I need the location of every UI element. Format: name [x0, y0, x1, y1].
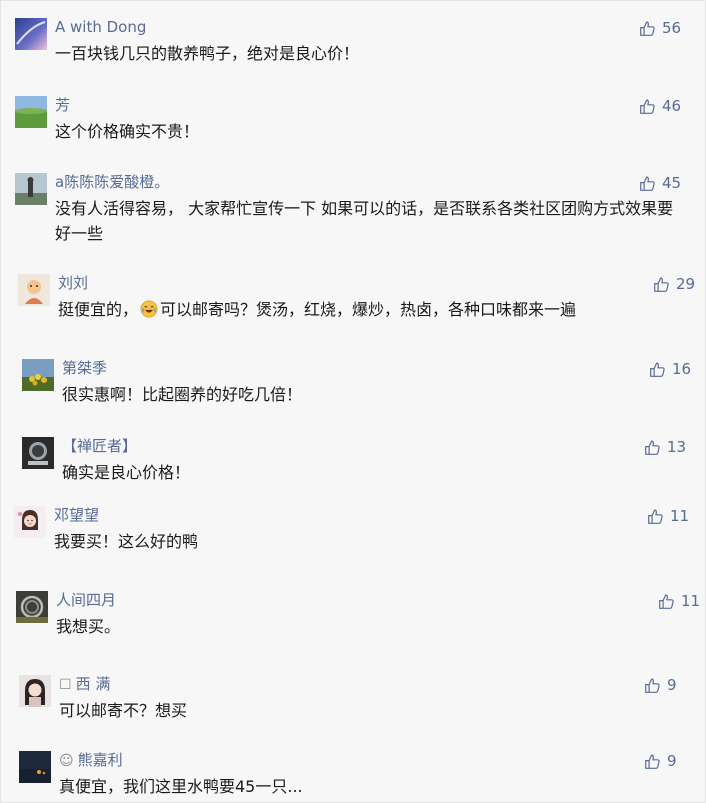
- like-count: 16: [672, 360, 692, 378]
- like-button[interactable]: 9: [644, 751, 677, 771]
- comment-item: a陈陈陈爱酸橙。 没有人活得容易， 大家帮忙宣传一下 如果可以的话，是否联系各类…: [15, 173, 695, 243]
- avatar[interactable]: [15, 18, 47, 50]
- like-button[interactable]: 29: [653, 274, 695, 294]
- like-button[interactable]: 46: [639, 96, 681, 116]
- comment-text: 这个价格确实不贵！: [55, 122, 200, 141]
- comment-text-part: 挺便宜的，: [58, 300, 139, 319]
- comment-list: A with Dong 一百块钱几只的散养鸭子，绝对是良心价！ 56 芳 这个价…: [0, 0, 706, 803]
- like-count: 29: [676, 275, 696, 293]
- comment-text: 可以邮寄不？想买: [59, 701, 188, 720]
- comment-item: 第桀季 很实惠啊！比起圈养的好吃几倍！ 16: [22, 359, 692, 409]
- like-count: 56: [662, 19, 682, 37]
- comment-author[interactable]: 人间四月: [56, 591, 116, 609]
- like-button[interactable]: 45: [639, 173, 681, 193]
- comment-author[interactable]: 芳: [55, 96, 70, 114]
- smile-icon: ☺: [59, 753, 74, 769]
- comment-item: A with Dong 一百块钱几只的散养鸭子，绝对是良心价！ 56: [15, 18, 695, 68]
- comment-item: ☺ 熊嘉利 真便宜，我们这里水鸭要45一只... 9: [19, 751, 699, 801]
- comment-text: 很实惠啊！比起圈养的好吃几倍！: [62, 385, 303, 404]
- comment-item: 【禅匠者】 确实是良心价格！ 13: [22, 437, 692, 487]
- thumbs-up-icon: [639, 175, 656, 192]
- like-button[interactable]: 9: [644, 675, 677, 695]
- comment-author-label: 西 满: [75, 675, 111, 693]
- comment-item: 邓望望 我要买！这么好的鸭 11: [14, 506, 694, 556]
- comment-text: 挺便宜的， 可以邮寄吗？煲汤，红烧，爆炒，热卤，各种口味都来一遍: [58, 297, 698, 322]
- like-count: 11: [670, 507, 690, 525]
- comment-text-part: 可以邮寄吗？煲汤，红烧，爆炒，热卤，各种口味都来一遍: [160, 300, 577, 319]
- comment-item: ☐ 西 满 可以邮寄不？想买 9: [19, 675, 699, 725]
- thumbs-up-icon: [649, 361, 666, 378]
- thumbs-up-icon: [644, 439, 661, 456]
- avatar[interactable]: [22, 437, 54, 469]
- like-count: 9: [667, 676, 677, 694]
- like-button[interactable]: 16: [649, 359, 691, 379]
- square-icon: ☐: [59, 677, 72, 693]
- avatar[interactable]: [16, 591, 48, 623]
- like-button[interactable]: 11: [647, 506, 689, 526]
- thumbs-up-icon: [647, 508, 664, 525]
- comment-author[interactable]: 刘刘: [58, 274, 88, 292]
- comment-text: 没有人活得容易， 大家帮忙宣传一下 如果可以的话，是否联系各类社区团购方式效果要…: [55, 199, 674, 243]
- comment-author[interactable]: A with Dong: [55, 18, 146, 36]
- like-count: 46: [662, 97, 682, 115]
- comment-author[interactable]: a陈陈陈爱酸橙。: [55, 173, 169, 191]
- like-button[interactable]: 13: [644, 437, 686, 457]
- avatar[interactable]: [14, 506, 46, 538]
- comment-item: 人间四月 我想买。 11: [16, 591, 700, 641]
- avatar[interactable]: [22, 359, 54, 391]
- comment-author[interactable]: 第桀季: [62, 359, 107, 377]
- comment-item: 刘刘 挺便宜的， 可以邮寄吗？煲汤，红烧，爆炒，热卤，各种口味都来一遍 29: [18, 274, 698, 324]
- like-button[interactable]: 56: [639, 18, 681, 38]
- thumbs-up-icon: [644, 677, 661, 694]
- laugh-cry-emoji-icon: [140, 300, 158, 318]
- comment-author[interactable]: ☐ 西 满: [59, 675, 110, 694]
- comment-text: 我想买。: [56, 617, 121, 636]
- thumbs-up-icon: [653, 276, 670, 293]
- avatar[interactable]: [18, 274, 50, 306]
- like-count: 45: [662, 174, 682, 192]
- thumbs-up-icon: [644, 753, 661, 770]
- thumbs-up-icon: [639, 20, 656, 37]
- avatar[interactable]: [19, 675, 51, 707]
- thumbs-up-icon: [639, 98, 656, 115]
- comment-text: 真便宜，我们这里水鸭要45一只...: [59, 777, 303, 796]
- comment-text: 确实是良心价格！: [62, 463, 191, 482]
- avatar[interactable]: [15, 96, 47, 128]
- like-count: 11: [681, 592, 701, 610]
- thumbs-up-icon: [658, 593, 675, 610]
- avatar[interactable]: [19, 751, 51, 783]
- comment-text: 一百块钱几只的散养鸭子，绝对是良心价！: [55, 44, 360, 63]
- comment-author-label: 熊嘉利: [77, 751, 123, 769]
- comment-author[interactable]: 邓望望: [54, 506, 99, 524]
- comment-text: 我要买！这么好的鸭: [54, 532, 199, 551]
- like-count: 9: [667, 752, 677, 770]
- avatar[interactable]: [15, 173, 47, 205]
- comment-author[interactable]: 【禅匠者】: [62, 437, 137, 455]
- comment-author[interactable]: ☺ 熊嘉利: [59, 751, 123, 770]
- like-button[interactable]: 11: [658, 591, 700, 611]
- like-count: 13: [667, 438, 687, 456]
- comment-item: 芳 这个价格确实不贵！ 46: [15, 96, 695, 146]
